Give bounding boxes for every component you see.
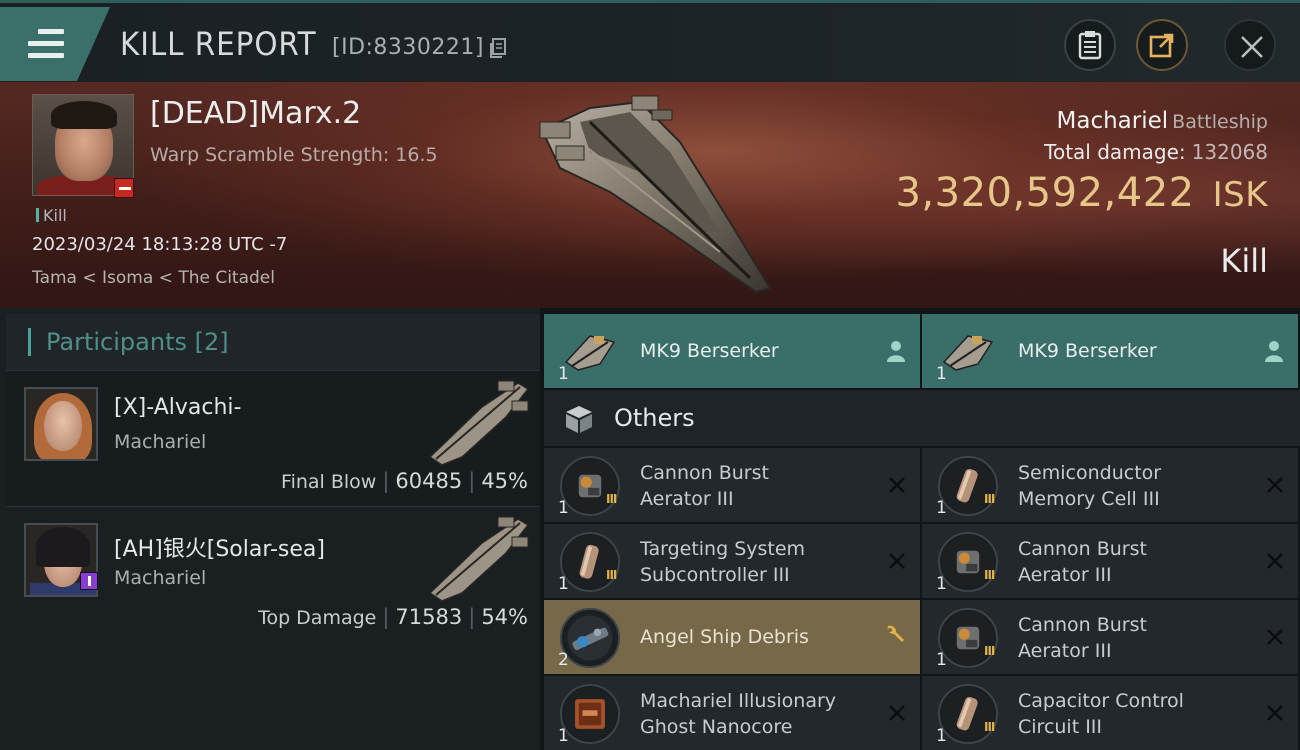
cube-icon: [566, 406, 592, 433]
kill-location[interactable]: Tama < Isoma < The Citadel: [32, 268, 275, 288]
participant-ship-icon: [428, 516, 530, 602]
cannon-burst-aerator-icon: [560, 456, 620, 516]
clipboard-icon: [1078, 31, 1102, 60]
participant-avatar[interactable]: [24, 387, 98, 461]
item-row[interactable]: 1 III Targeting System Subcontroller III: [544, 524, 920, 598]
participant-name[interactable]: [AH]银火[Solar-sea]: [114, 531, 325, 563]
items-panel: 1 MK9 Berserker 1 MK9 Berserker Others 1…: [544, 314, 1300, 750]
participant-ship: Machariel: [114, 567, 207, 589]
title-bar: KILL REPORT [ID:8330221]: [0, 0, 1300, 82]
participant-row[interactable]: [AH]银火[Solar-sea] Machariel Top Damage | 7…: [6, 506, 540, 642]
participant-stats: Final Blow | 60485 | 45%: [281, 469, 528, 493]
ship-image: [539, 95, 772, 294]
isk-value: 3,320,592,422 ISK: [895, 170, 1268, 216]
wrench-icon: [887, 625, 904, 642]
x-icon: [889, 477, 905, 493]
item-name: Cannon Burst Aerator III: [1018, 614, 1147, 662]
participant-stats: Top Damage | 71583 | 54%: [258, 605, 528, 629]
report-id: [ID:8330221]: [332, 35, 484, 60]
person-icon: [1265, 341, 1283, 362]
kill-tag: Kill: [36, 206, 67, 225]
cannon-burst-aerator-icon: [938, 532, 998, 592]
x-icon: [889, 553, 905, 569]
victim-name[interactable]: [DEAD]Marx.2: [150, 96, 361, 131]
item-row[interactable]: 1 III Cannon Burst Aerator III: [922, 524, 1298, 598]
item-name: Targeting System Subcontroller III: [640, 538, 806, 586]
ship-debris-icon: [560, 608, 620, 668]
total-damage: Total damage: 132068: [1044, 140, 1268, 164]
participants-panel: Participants [2] [X]-Alvachi- Machariel …: [0, 308, 540, 750]
participant-ship-icon: [428, 380, 530, 466]
x-icon: [889, 705, 905, 721]
participant-name[interactable]: [X]-Alvachi-: [114, 395, 241, 420]
close-icon: [1241, 36, 1263, 58]
copy-icon[interactable]: [488, 37, 508, 59]
info-badge: [80, 572, 98, 590]
clipboard-button[interactable]: [1064, 19, 1116, 71]
item-name: Cannon Burst Aerator III: [1018, 538, 1147, 586]
drone-item[interactable]: 1 MK9 Berserker: [544, 314, 920, 388]
item-row[interactable]: 1 III Cannon Burst Aerator III: [544, 448, 920, 522]
item-name: Cannon Burst Aerator III: [640, 462, 769, 510]
item-name: Capacitor Control Circuit III: [1018, 690, 1184, 738]
participants-title: Participants [2]: [46, 328, 229, 356]
item-row[interactable]: 1 III Semiconductor Memory Cell III: [922, 448, 1298, 522]
item-row[interactable]: 1 III Capacitor Control Circuit III: [922, 676, 1298, 750]
share-button[interactable]: [1136, 19, 1188, 71]
warp-scramble-strength: Warp Scramble Strength: 16.5: [150, 144, 438, 166]
victim-banner: [DEAD]Marx.2 Warp Scramble Strength: 16.…: [0, 82, 1300, 308]
menu-icon: [28, 29, 64, 59]
result-label: Kill: [1220, 242, 1268, 280]
nanocore-icon: [560, 684, 620, 744]
targeting-subcontroller-icon: [560, 532, 620, 592]
participant-ship: Machariel: [114, 431, 207, 453]
drone-icon: [942, 335, 994, 371]
victim-ship[interactable]: Machariel Battleship: [1057, 108, 1268, 134]
x-icon: [1267, 629, 1283, 645]
item-row[interactable]: 1 III Cannon Burst Aerator III: [922, 600, 1298, 674]
item-name: Semiconductor Memory Cell III: [1018, 462, 1162, 510]
drone-icon: [564, 335, 616, 371]
x-icon: [1267, 477, 1283, 493]
standing-badge: [114, 178, 134, 198]
participant-row[interactable]: [X]-Alvachi- Machariel Final Blow | 60485 |…: [6, 370, 540, 506]
others-section-header: Others: [544, 390, 1300, 446]
capacitor-circuit-icon: [938, 684, 998, 744]
memory-cell-icon: [938, 456, 998, 516]
item-row[interactable]: 1 Machariel Illusionary Ghost Nanocore: [544, 676, 920, 750]
share-icon: [1149, 33, 1174, 58]
menu-button[interactable]: [0, 7, 110, 81]
person-icon: [887, 341, 905, 362]
drone-item[interactable]: 1 MK9 Berserker: [922, 314, 1298, 388]
item-row-highlighted[interactable]: 2 Angel Ship Debris: [544, 600, 920, 674]
cannon-burst-aerator-icon: [938, 608, 998, 668]
close-button[interactable]: [1224, 19, 1276, 71]
item-name: MK9 Berserker: [640, 340, 779, 362]
item-name: Machariel Illusionary Ghost Nanocore: [640, 690, 837, 738]
x-icon: [1267, 553, 1283, 569]
item-name: MK9 Berserker: [1018, 340, 1157, 362]
item-name: Angel Ship Debris: [640, 626, 809, 648]
kill-timestamp: 2023/03/24 18:13:28 UTC -7: [32, 234, 288, 255]
page-title: KILL REPORT: [120, 25, 317, 63]
x-icon: [1267, 705, 1283, 721]
participants-header: Participants [2]: [6, 314, 540, 370]
